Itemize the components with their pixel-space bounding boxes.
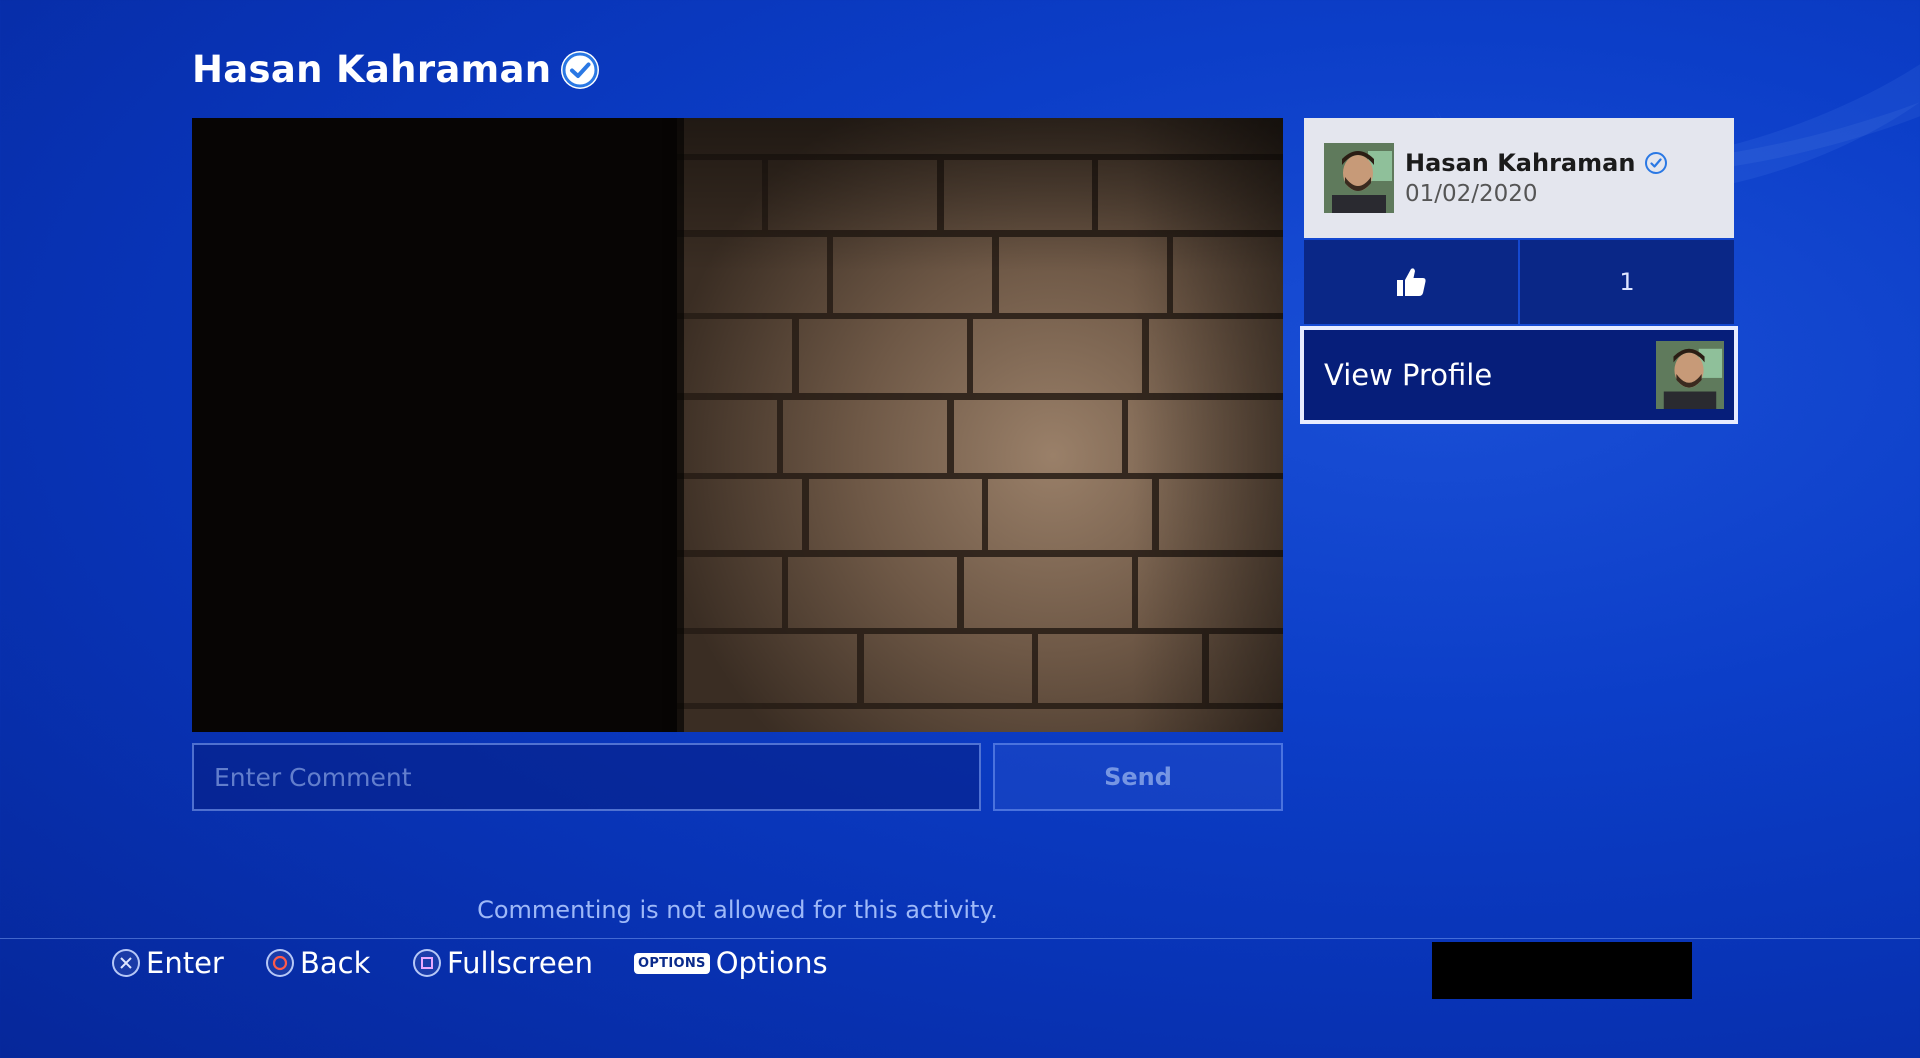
footer-divider xyxy=(0,938,1920,939)
comment-input[interactable] xyxy=(212,761,961,793)
hint-back-label: Back xyxy=(300,946,371,980)
verified-check-icon xyxy=(1645,152,1668,174)
page-title-text: Hasan Kahraman xyxy=(192,48,552,91)
hint-back: Back xyxy=(266,946,370,980)
view-profile-label: View Profile xyxy=(1324,358,1493,392)
avatar xyxy=(1656,341,1724,409)
verified-check-icon xyxy=(561,50,600,89)
thumbs-up-icon xyxy=(1397,268,1426,296)
post-date: 01/02/2020 xyxy=(1405,181,1538,207)
circle-button-icon xyxy=(266,949,294,977)
comment-field[interactable] xyxy=(192,743,981,811)
hint-options: OPTIONS Options xyxy=(634,946,828,980)
hint-enter-label: Enter xyxy=(146,946,224,980)
hint-fullscreen-label: Fullscreen xyxy=(447,946,593,980)
comment-notice: Commenting is not allowed for this activ… xyxy=(477,896,998,924)
send-button[interactable]: Send xyxy=(993,743,1283,811)
like-count[interactable]: 1 xyxy=(1520,240,1734,324)
cross-button-icon xyxy=(112,949,140,977)
page-title: Hasan Kahraman xyxy=(192,48,600,91)
like-button[interactable] xyxy=(1304,240,1518,324)
square-button-icon xyxy=(413,949,441,977)
avatar xyxy=(1324,143,1394,213)
like-row: 1 xyxy=(1304,240,1734,324)
hint-options-label: Options xyxy=(715,946,828,980)
brick-wall-image xyxy=(192,118,1283,732)
hint-fullscreen: Fullscreen xyxy=(413,946,593,980)
view-profile-button[interactable]: View Profile xyxy=(1300,326,1738,424)
activity-screenshot[interactable] xyxy=(192,118,1283,732)
hint-enter: Enter xyxy=(112,946,224,980)
redacted-area xyxy=(1432,942,1692,999)
post-author-card: Hasan Kahraman 01/02/2020 xyxy=(1304,118,1734,238)
options-button-icon: OPTIONS xyxy=(634,952,710,974)
post-author-name: Hasan Kahraman xyxy=(1405,149,1636,177)
